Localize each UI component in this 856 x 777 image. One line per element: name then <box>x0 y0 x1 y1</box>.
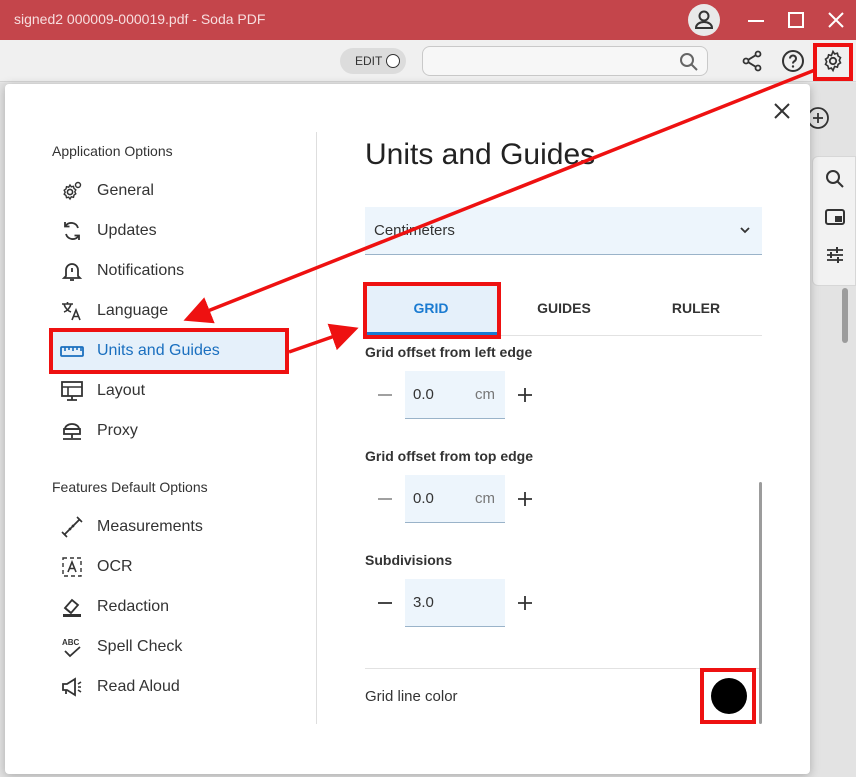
minus-icon[interactable] <box>375 385 395 405</box>
edit-toggle[interactable]: EDIT <box>340 48 406 74</box>
left-offset-input[interactable]: 0.0 cm <box>405 371 505 419</box>
proxy-icon <box>63 423 81 440</box>
user-icon <box>694 10 714 29</box>
share-icon[interactable] <box>740 49 764 73</box>
top-offset-input[interactable]: 0.0 cm <box>405 475 505 523</box>
options-dialog: Application Options General Updates Noti… <box>5 84 810 774</box>
search-icon <box>680 53 698 71</box>
sidebar-item-ocr[interactable]: OCR <box>52 547 285 587</box>
sidebar-item-spell-check[interactable]: ABC Spell Check <box>52 627 285 667</box>
sidebar-item-proxy[interactable]: Proxy <box>52 411 285 451</box>
annotation-box-settings <box>813 43 853 81</box>
top-offset-value: 0.0 <box>413 490 434 507</box>
section-header-application: Application Options <box>52 143 173 159</box>
translate-icon <box>62 302 81 321</box>
sidebar-item-label: OCR <box>97 558 133 575</box>
sidebar-item-label: Notifications <box>97 262 185 279</box>
subdivisions-input[interactable]: 3.0 <box>405 579 505 627</box>
unit-select[interactable]: Centimeters <box>365 207 762 255</box>
edit-toggle-label: EDIT <box>355 54 383 68</box>
plus-icon[interactable] <box>515 385 535 405</box>
tab-ruler[interactable]: RULER <box>630 284 762 336</box>
sidebar-item-label: Spell Check <box>97 638 183 655</box>
top-offset-unit: cm <box>475 490 495 507</box>
minimize-icon <box>748 20 764 22</box>
help-icon[interactable] <box>781 49 805 73</box>
window-title: signed2 000009-000019.pdf - Soda PDF <box>14 11 266 27</box>
search-input[interactable] <box>422 46 708 76</box>
subdivisions-value: 3.0 <box>413 594 434 611</box>
plus-icon[interactable] <box>515 593 535 613</box>
close-window-button[interactable] <box>822 6 850 34</box>
sidebar-item-layout[interactable]: Layout <box>52 371 285 411</box>
minimize-button[interactable] <box>742 6 770 34</box>
sidebar-item-label: General <box>97 182 154 199</box>
sidebar-item-language[interactable]: Language <box>52 291 285 331</box>
plus-icon[interactable] <box>515 489 535 509</box>
svg-text:ABC: ABC <box>62 638 80 647</box>
ocr-icon <box>62 557 82 577</box>
panel-icon[interactable] <box>825 207 845 227</box>
layout-icon <box>61 381 83 401</box>
field-label-subdivisions: Subdivisions <box>365 552 453 568</box>
right-tool-rail <box>812 156 856 286</box>
sidebar-item-notifications[interactable]: Notifications <box>52 251 285 291</box>
toolbar: EDIT <box>0 40 856 82</box>
sidebar-divider <box>316 132 317 724</box>
megaphone-icon <box>62 677 82 697</box>
section-header-features: Features Default Options <box>52 479 208 495</box>
eraser-icon <box>63 598 81 617</box>
sidebar-item-read-aloud[interactable]: Read Aloud <box>52 667 285 707</box>
maximize-icon <box>788 12 804 28</box>
sidebar-item-label: Layout <box>97 382 146 399</box>
measure-icon <box>61 516 83 538</box>
left-offset-value: 0.0 <box>413 386 434 403</box>
sidebar-item-redaction[interactable]: Redaction <box>52 587 285 627</box>
left-offset-unit: cm <box>475 386 495 403</box>
bell-icon <box>61 263 83 281</box>
sidebar-item-label: Read Aloud <box>97 678 180 695</box>
spellcheck-icon: ABC <box>62 638 81 658</box>
sidebar-item-label: Measurements <box>97 518 203 535</box>
page-title: Units and Guides <box>365 138 596 171</box>
chevron-down-icon <box>740 227 750 234</box>
document-scrollbar[interactable] <box>842 288 848 343</box>
field-label-top-offset: Grid offset from top edge <box>365 448 533 464</box>
close-icon <box>828 12 844 28</box>
annotation-box-units-and-guides <box>49 328 289 374</box>
sidebar-item-measurements[interactable]: Measurements <box>52 507 285 547</box>
sliders-icon[interactable] <box>825 245 845 265</box>
annotation-box-grid-color <box>700 668 756 724</box>
minus-icon[interactable] <box>375 489 395 509</box>
maximize-button[interactable] <box>782 6 810 34</box>
toggle-knob <box>386 54 400 68</box>
title-bar: signed2 000009-000019.pdf - Soda PDF <box>0 0 856 40</box>
user-avatar[interactable] <box>688 4 720 36</box>
sidebar-item-updates[interactable]: Updates <box>52 211 285 251</box>
panel-scrollbar[interactable] <box>759 482 762 724</box>
sidebar-item-label: Updates <box>97 222 157 239</box>
sidebar-item-label: Language <box>97 302 169 319</box>
close-icon[interactable] <box>771 100 793 122</box>
annotation-box-grid-tab <box>363 282 501 339</box>
sidebar-item-label: Redaction <box>97 598 170 615</box>
grid-color-label: Grid line color <box>365 688 458 705</box>
minus-icon[interactable] <box>375 593 395 613</box>
sidebar-item-general[interactable]: General <box>52 171 285 211</box>
zoom-search-icon[interactable] <box>825 169 845 189</box>
unit-select-value: Centimeters <box>374 222 455 239</box>
gear-icon <box>63 181 82 201</box>
sidebar-item-label: Proxy <box>97 422 138 439</box>
field-label-left-offset: Grid offset from left edge <box>365 344 533 360</box>
tab-guides[interactable]: GUIDES <box>498 284 630 336</box>
refresh-icon <box>64 222 80 240</box>
